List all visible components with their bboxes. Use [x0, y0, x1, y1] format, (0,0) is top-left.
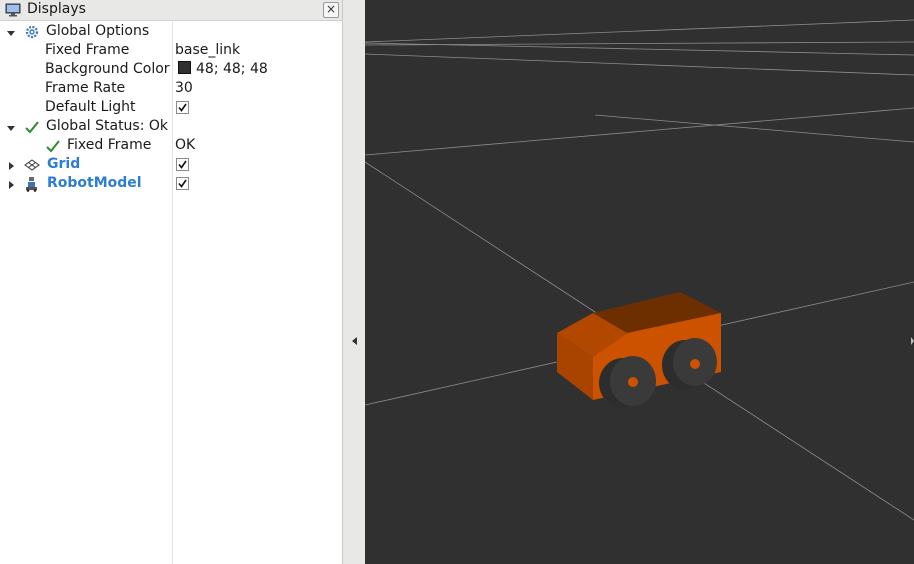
- tree-row-default-light[interactable]: Default Light: [0, 98, 342, 117]
- 3d-render-viewport[interactable]: [365, 0, 914, 564]
- collapsed-arrow-icon[interactable]: [6, 178, 16, 189]
- close-button[interactable]: ×: [323, 2, 339, 18]
- tree-label: Global Options: [46, 23, 150, 39]
- background-color-value[interactable]: 48; 48; 48: [175, 60, 268, 79]
- grid-lines: [365, 19, 914, 521]
- tree-row-grid[interactable]: Grid: [0, 155, 342, 174]
- display-name-robot-model: RobotModel: [47, 175, 142, 191]
- expand-arrow-icon[interactable]: [6, 121, 16, 131]
- collapsed-arrow-icon[interactable]: [6, 159, 16, 170]
- background-color-text: 48; 48; 48: [196, 61, 268, 77]
- tree-row-status-fixed-frame[interactable]: Fixed Frame OK: [0, 136, 342, 155]
- monitor-icon: [5, 3, 21, 21]
- robot-model-enabled-checkbox[interactable]: [176, 177, 189, 190]
- gear-icon: [24, 24, 40, 40]
- grid-enabled-checkbox[interactable]: [176, 158, 189, 171]
- tree-row-global-status[interactable]: Global Status: Ok: [0, 117, 342, 136]
- color-swatch: [178, 61, 191, 74]
- tree-row-frame-rate[interactable]: Frame Rate 30: [0, 79, 342, 98]
- display-name-grid: Grid: [47, 156, 81, 172]
- check-icon: [45, 138, 61, 154]
- tree-row-background-color[interactable]: Background Color 48; 48; 48: [0, 60, 342, 79]
- scene-canvas: [365, 19, 914, 521]
- fixed-frame-status-value: OK: [175, 137, 196, 153]
- tree-label: Global Status: Ok: [46, 118, 169, 134]
- grid-icon: [24, 157, 40, 173]
- robot-icon: [24, 176, 40, 192]
- collapse-left-arrow-icon[interactable]: [352, 337, 357, 345]
- tree-row-fixed-frame[interactable]: Fixed Frame base_link: [0, 41, 342, 60]
- tree-label: Frame Rate: [45, 80, 126, 96]
- expand-arrow-icon[interactable]: [6, 26, 16, 36]
- tree-label: Background Color: [45, 61, 170, 77]
- robot-model-geometry: [557, 292, 721, 408]
- default-light-checkbox[interactable]: [176, 101, 189, 114]
- frame-rate-value[interactable]: 30: [175, 79, 193, 98]
- fixed-frame-value[interactable]: base_link: [175, 41, 240, 60]
- displays-panel: Displays × Global Options Fixed Frame ba…: [0, 0, 343, 564]
- panel-titlebar: Displays ×: [0, 0, 342, 21]
- tree-label: Fixed Frame: [67, 137, 152, 153]
- tree-label: Fixed Frame: [45, 42, 130, 58]
- panel-splitter[interactable]: [343, 0, 365, 564]
- check-icon: [24, 119, 40, 135]
- tree-row-robot-model[interactable]: RobotModel: [0, 174, 342, 193]
- tree-row-global-options[interactable]: Global Options: [0, 22, 342, 41]
- tree-label: Default Light: [45, 99, 136, 115]
- panel-title: Displays: [27, 1, 86, 17]
